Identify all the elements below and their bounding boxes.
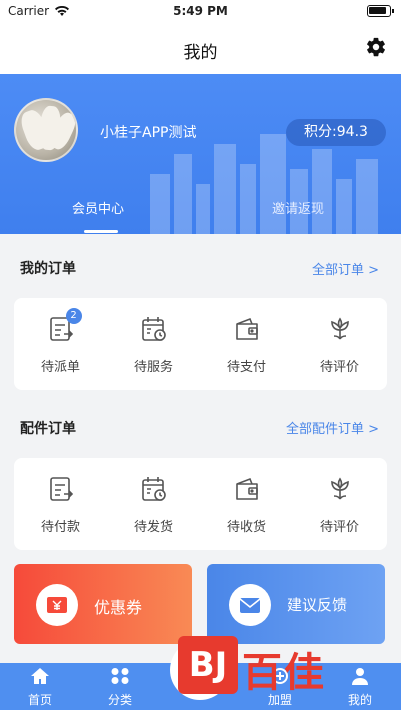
watermark-text: 百佳 bbox=[242, 650, 326, 696]
parts-item-label: 待发货 bbox=[133, 520, 173, 535]
calendar-clock-icon bbox=[141, 317, 166, 341]
gear-icon[interactable] bbox=[365, 36, 387, 58]
review-flower-icon bbox=[330, 477, 349, 500]
order-pending-review[interactable]: 待评价 bbox=[293, 314, 386, 375]
feedback-banner[interactable]: 建议反馈 bbox=[207, 564, 385, 644]
all-orders-link[interactable]: 全部订单 > bbox=[312, 259, 379, 278]
order-item-label: 待服务 bbox=[133, 360, 173, 375]
coupon-banner[interactable]: 优惠券 bbox=[14, 564, 192, 644]
parts-orders-card: 待付款 待发货 待收货 待评价 bbox=[14, 458, 387, 550]
parts-pending-review[interactable]: 待评价 bbox=[293, 474, 386, 535]
order-item-label: 待评价 bbox=[319, 360, 359, 375]
active-tab-indicator bbox=[84, 230, 118, 233]
review-flower-icon bbox=[330, 317, 349, 340]
parts-orders-title: 配件订单 bbox=[20, 421, 76, 437]
my-orders-card: 2 待派单 待服务 待支付 待评价 bbox=[14, 298, 387, 390]
clock: 5:49 PM bbox=[173, 4, 228, 18]
tab-home-label: 首页 bbox=[27, 693, 52, 707]
coupon-label: 优惠券 bbox=[94, 598, 143, 617]
order-item-label: 待派单 bbox=[40, 360, 80, 375]
tab-home[interactable]: 首页 bbox=[0, 667, 80, 708]
brand-watermark: BJ 百佳 bbox=[178, 636, 383, 696]
tab-category[interactable]: 分类 bbox=[80, 667, 160, 708]
status-bar: Carrier 5:49 PM bbox=[0, 0, 401, 22]
mail-icon bbox=[229, 584, 271, 626]
home-icon bbox=[31, 668, 49, 684]
order-item-label: 待支付 bbox=[226, 360, 266, 375]
watermark-logo: BJ bbox=[178, 636, 238, 694]
tab-invite-cashback[interactable]: 邀请返现 bbox=[272, 198, 324, 217]
dispatch-count-badge: 2 bbox=[65, 308, 82, 324]
points-badge[interactable]: 积分:94.3 bbox=[286, 119, 386, 146]
parts-item-label: 待评价 bbox=[319, 520, 359, 535]
order-pending-service[interactable]: 待服务 bbox=[107, 314, 200, 375]
my-orders-title: 我的订单 bbox=[20, 261, 76, 277]
feedback-label: 建议反馈 bbox=[287, 596, 348, 614]
parts-pending-payment[interactable]: 待付款 bbox=[14, 474, 107, 535]
wallet-icon bbox=[235, 477, 258, 500]
parts-pending-shipment[interactable]: 待发货 bbox=[107, 474, 200, 535]
username: 小桂子APP测试 bbox=[100, 125, 197, 141]
tab-category-label: 分类 bbox=[107, 693, 132, 707]
grid-icon bbox=[111, 668, 129, 684]
payment-doc-icon bbox=[49, 477, 73, 501]
calendar-clock-icon bbox=[141, 477, 166, 501]
order-pending-payment[interactable]: 待支付 bbox=[200, 314, 293, 375]
battery-icon bbox=[367, 5, 394, 17]
coupon-icon bbox=[36, 584, 78, 626]
page-title: 我的 bbox=[183, 43, 218, 63]
nav-bar: 我的 bbox=[0, 22, 401, 74]
avatar[interactable] bbox=[14, 98, 78, 162]
order-pending-dispatch[interactable]: 2 待派单 bbox=[14, 308, 107, 375]
parts-item-label: 待付款 bbox=[40, 520, 80, 535]
parts-pending-receipt[interactable]: 待收货 bbox=[200, 474, 293, 535]
tab-member-center[interactable]: 会员中心 bbox=[72, 198, 124, 217]
profile-header: 小桂子APP测试 积分:94.3 会员中心 邀请返现 bbox=[0, 74, 401, 234]
all-parts-orders-link[interactable]: 全部配件订单 > bbox=[286, 418, 379, 437]
wallet-icon bbox=[235, 317, 258, 340]
parts-item-label: 待收货 bbox=[226, 520, 266, 535]
